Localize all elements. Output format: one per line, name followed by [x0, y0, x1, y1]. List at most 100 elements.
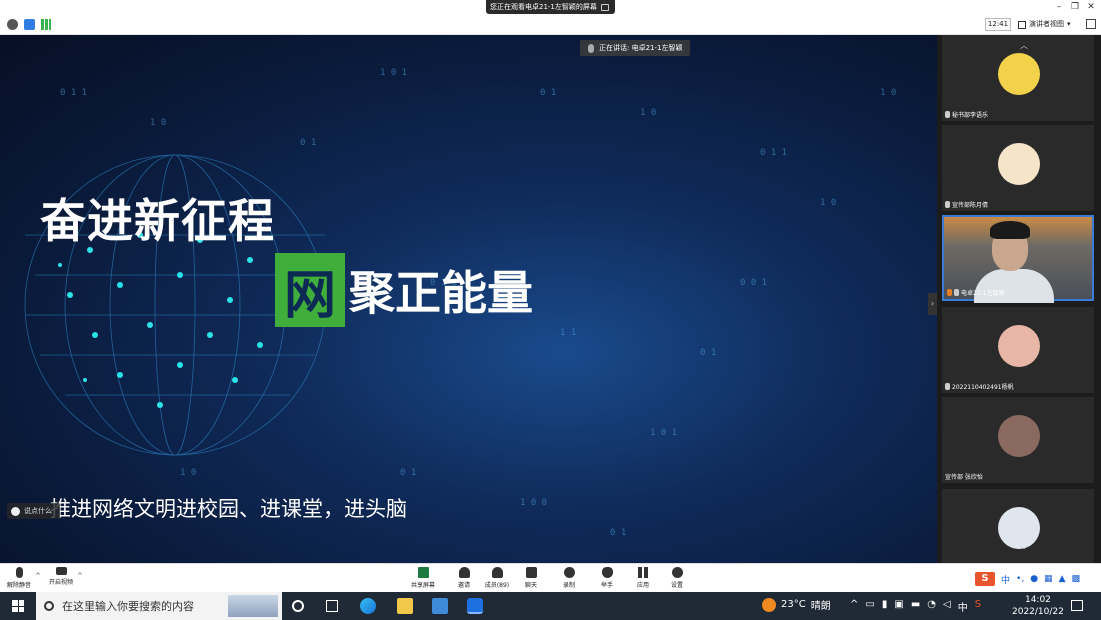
svg-text:1 0: 1 0 — [640, 108, 656, 118]
avatar — [998, 53, 1040, 95]
record-button[interactable]: 录制 — [554, 567, 584, 589]
members-button[interactable]: 成员(89) — [482, 567, 512, 589]
slide-title-line2: 网 聚正能量 — [275, 253, 533, 327]
microphone-icon — [15, 567, 23, 578]
windows-taskbar: 在这里输入你要搜索的内容 23°C 晴朗 ^ ▭ ▮ ▣ ▬ ◔ ◁ 中 S 1… — [0, 592, 1101, 620]
raise-hand-label: 举手 — [600, 582, 613, 589]
tray-app-icon[interactable]: ▭ — [865, 599, 874, 614]
participant-tile[interactable]: 2022110402491杨帆 — [942, 307, 1094, 393]
minimize-icon[interactable]: – — [1052, 2, 1066, 12]
comment-button[interactable]: 说点什么 — [7, 503, 60, 519]
members-icon — [491, 567, 503, 578]
emoji-icon — [11, 506, 20, 516]
unmute-button[interactable]: 解除静音 — [4, 567, 34, 589]
toolbox-icon[interactable]: ▩ — [1071, 574, 1080, 584]
raise-hand-button[interactable]: 举手 — [592, 567, 622, 589]
collapse-panel-icon[interactable]: › — [928, 293, 937, 315]
clock-date: 2022/10/22 — [1012, 607, 1064, 617]
active-speaker-indicator: 正在讲话: 电卓21-1左智颖 — [580, 40, 691, 56]
svg-text:1 0 1: 1 0 1 — [650, 428, 677, 438]
participant-name: 2022110402491杨帆 — [945, 382, 1014, 391]
avatar — [998, 415, 1040, 457]
svg-text:0 1: 0 1 — [700, 348, 716, 358]
fullscreen-icon[interactable] — [1086, 19, 1096, 29]
add-user-icon — [458, 567, 470, 578]
search-placeholder: 在这里输入你要搜索的内容 — [62, 600, 194, 613]
svg-text:0 1: 0 1 — [540, 88, 556, 98]
start-video-button[interactable]: 开启视频 — [46, 567, 76, 586]
svg-text:1 0 1: 1 0 1 — [380, 68, 407, 78]
edge-browser-icon[interactable] — [360, 598, 376, 614]
svg-text:1 1: 1 1 — [560, 328, 576, 338]
chat-button[interactable]: 聊天 — [516, 567, 546, 589]
svg-text:1 0 0: 1 0 0 — [520, 498, 547, 508]
system-tray: ^ ▭ ▮ ▣ ▬ ◔ ◁ 中 S — [850, 599, 981, 614]
participant-tile[interactable]: ︿ 秘书部李语乐 — [942, 35, 1094, 121]
speaker-view-button[interactable]: 演讲者视图 ▾ — [1018, 18, 1071, 31]
mic-muted-icon — [945, 383, 950, 390]
ime-indicator[interactable]: 中 — [958, 599, 968, 614]
speaking-label: 正在讲话: 电卓21-1左智颖 — [599, 44, 683, 52]
apps-icon — [637, 567, 649, 578]
participant-name-text: 电卓21-1左智颖 — [961, 290, 1005, 297]
windows-start-icon[interactable] — [12, 600, 24, 612]
window-mode-icon[interactable] — [600, 3, 609, 11]
notification-icon[interactable] — [1071, 600, 1083, 611]
invite-button[interactable]: 邀请 — [449, 567, 479, 589]
weather-widget[interactable]: 23°C 晴朗 — [762, 597, 831, 612]
chevron-up-icon[interactable]: ^ — [850, 599, 858, 614]
video-options-caret[interactable]: ^ — [77, 572, 83, 580]
taskbar-search-box[interactable]: 在这里输入你要搜索的内容 — [36, 592, 282, 620]
tray-app-icon[interactable]: ▣ — [894, 599, 903, 614]
mic-muted-icon — [945, 201, 950, 208]
svg-text:0 1 1: 0 1 1 — [60, 88, 87, 98]
temperature: 23°C — [781, 599, 806, 610]
multitask-icon[interactable] — [326, 600, 338, 612]
settings-label: 设置 — [670, 582, 683, 589]
voice-icon[interactable]: ● — [1030, 574, 1038, 584]
punctuation-icon[interactable]: •, — [1016, 574, 1024, 584]
signal-icon[interactable] — [41, 19, 51, 30]
keyboard-icon[interactable]: ▦ — [1044, 574, 1053, 584]
taskbar-clock[interactable]: 14:02 2022/10/22 — [1012, 594, 1064, 618]
meeting-bottom-toolbar: 解除静音 ^ 开启视频 ^ 共享屏幕 邀请 成员(89) 聊天 录制 举手 应用… — [0, 563, 1101, 592]
close-icon[interactable]: ✕ — [1084, 2, 1098, 12]
members-label: 成员(89) — [484, 582, 510, 589]
restore-icon[interactable]: ❐ — [1068, 2, 1082, 12]
participant-tile[interactable]: 宣传部 张欣怡 — [942, 397, 1094, 483]
participant-tile-active[interactable]: 电卓21-1左智颖 — [942, 215, 1094, 303]
skin-icon[interactable]: ▲ — [1059, 574, 1066, 584]
mail-icon[interactable] — [432, 598, 448, 614]
participant-video — [944, 217, 1092, 303]
microphone-icon[interactable]: ▮ — [882, 599, 888, 614]
task-view-icon[interactable] — [292, 600, 304, 612]
chevron-down-icon: ▾ — [1067, 20, 1071, 28]
share-screen-button[interactable]: 共享屏幕 — [408, 567, 438, 589]
record-icon — [563, 567, 575, 578]
security-shield-icon[interactable] — [24, 19, 35, 30]
unmute-label: 解除静音 — [6, 582, 31, 589]
volume-icon[interactable]: ◁ — [943, 599, 951, 614]
chevron-up-icon[interactable]: ︿ — [1020, 40, 1028, 51]
sogou-tray-icon[interactable]: S — [975, 599, 981, 614]
apps-button[interactable]: 应用 — [628, 567, 658, 589]
chevron-down-icon[interactable]: ﹀ — [1020, 545, 1028, 556]
battery-icon[interactable]: ▬ — [911, 599, 920, 614]
network-icon[interactable]: ◔ — [927, 599, 936, 614]
tencent-meeting-icon[interactable] — [467, 598, 483, 614]
mic-options-caret[interactable]: ^ — [35, 572, 41, 580]
participant-tile[interactable]: 宣传部陈月倩 — [942, 125, 1094, 211]
camera-icon — [55, 567, 67, 575]
participant-name-text: 秘书部李语乐 — [952, 112, 989, 119]
screen-title-text: 您正在观看电卓21-1左智颖的屏幕 — [490, 3, 597, 11]
sogou-ime-bar[interactable]: S 中 •, ● ▦ ▲ ▩ — [975, 572, 1080, 586]
svg-text:1 0: 1 0 — [820, 198, 836, 208]
svg-text:0 1: 0 1 — [400, 468, 416, 478]
apps-label: 应用 — [636, 582, 649, 589]
settings-button[interactable]: 设置 — [662, 567, 692, 589]
ime-mode-label[interactable]: 中 — [1001, 573, 1010, 586]
file-explorer-icon[interactable] — [397, 598, 413, 614]
participant-name-text: 宣传部陈月倩 — [952, 202, 989, 209]
info-icon[interactable] — [7, 19, 18, 30]
host-icon — [947, 289, 952, 296]
